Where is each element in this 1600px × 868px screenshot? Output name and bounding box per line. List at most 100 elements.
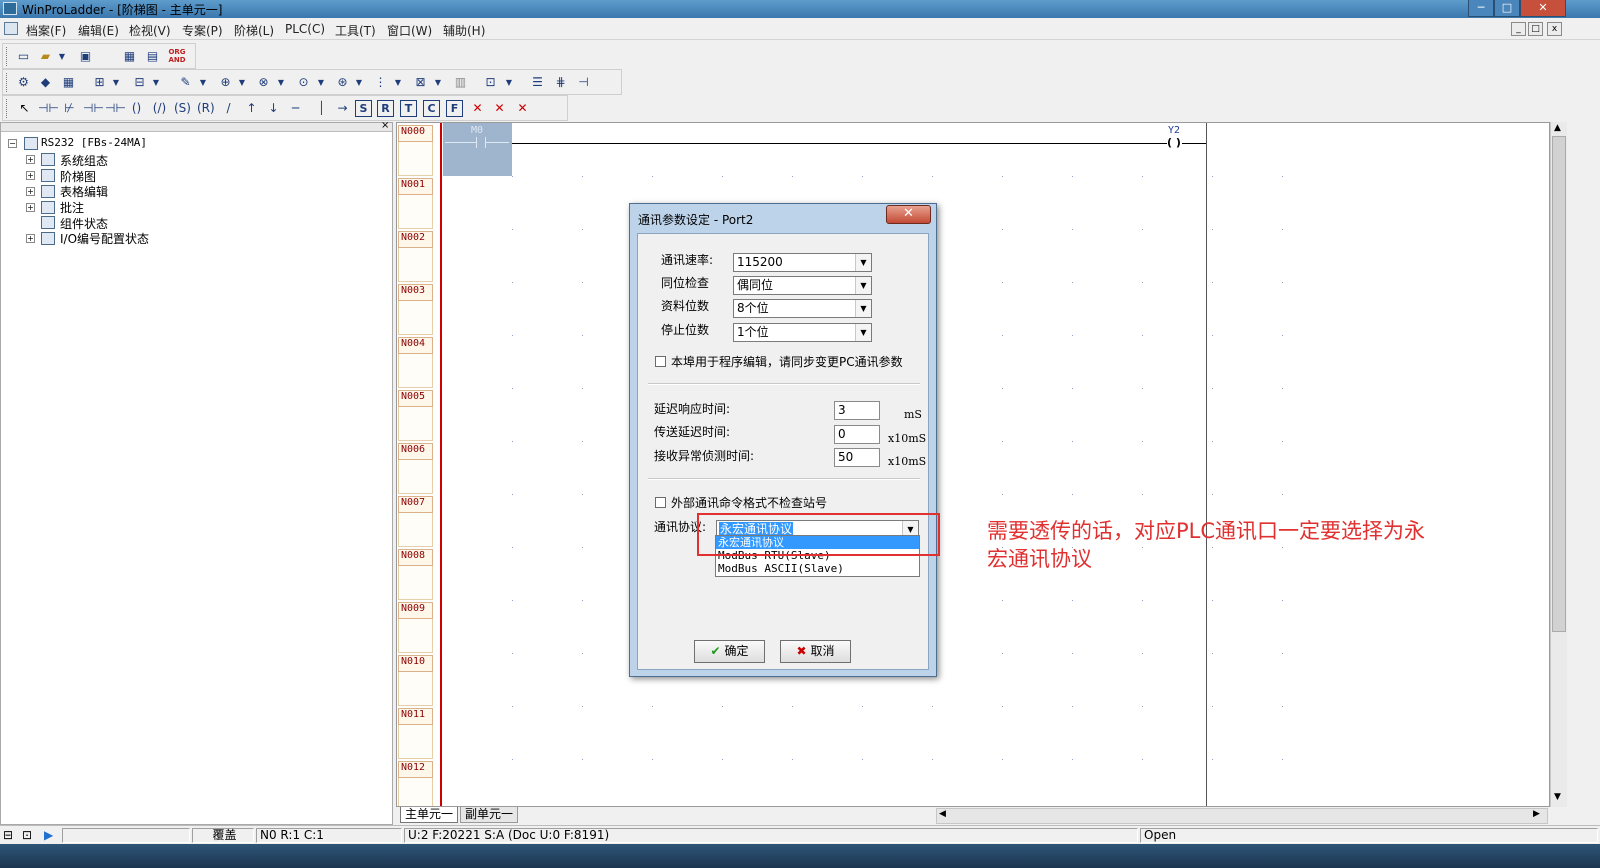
tree-item-table-edit[interactable]: 表格编辑 [60,183,108,200]
r-box-icon[interactable]: R [377,100,394,117]
tree-root[interactable]: RS232 [FBs-24MA] [41,136,147,149]
edit-icon[interactable]: ✎ [177,74,194,91]
tree-item-io-config[interactable]: I/O编号配置状态 [60,230,149,247]
dropdown-arrow-icon[interactable]: ▼ [316,74,326,91]
scroll-up-icon[interactable]: ▲ [1554,123,1561,133]
network-cell[interactable] [398,460,433,494]
contact-down-icon[interactable]: ⊣⊢ [105,100,126,117]
response-delay-input[interactable]: 3 [834,401,880,420]
maximize-button[interactable]: □ [1494,0,1520,17]
play-icon[interactable]: ▶ [44,828,53,842]
scroll-thumb[interactable] [1552,136,1566,632]
expand-icon[interactable]: + [26,187,35,196]
expand-icon[interactable]: + [26,171,35,180]
dropdown-arrow-icon[interactable]: ▼ [433,74,443,91]
network-label[interactable]: N002 [398,231,433,248]
coil-not-icon[interactable]: (/) [151,100,168,117]
dropdown-arrow-icon[interactable]: ▼ [198,74,208,91]
run-icon[interactable]: ◆ [37,74,54,91]
minimize-button[interactable]: ─ [1468,0,1494,17]
coil-reset-icon[interactable]: (R) [197,100,215,117]
insert-row-icon[interactable]: ☰ [529,74,546,91]
network-label[interactable]: N012 [398,761,433,778]
network-label[interactable]: N011 [398,708,433,725]
arrow-right-icon[interactable]: → [334,100,351,117]
dropdown-arrow-icon[interactable]: ▼ [504,74,514,91]
dropdown-arrow-icon[interactable]: ▼ [276,74,286,91]
coil-set-icon[interactable]: (S) [174,100,191,117]
network-label[interactable]: N006 [398,443,433,460]
contact-m0[interactable] [476,137,486,148]
ladder-editor[interactable]: N000 N001 N002 N003 N004 N005 N006 N007 N008 N009… [396,122,1550,807]
tree-item-system-config[interactable]: 系统组态 [60,152,108,169]
zoom-icon[interactable]: ⊡ [482,74,499,91]
network-label[interactable]: N003 [398,284,433,301]
contact-b-icon[interactable]: ⊬ [61,100,78,117]
network-label[interactable]: N009 [398,602,433,619]
contact-up-icon[interactable]: ⊣⊢ [83,100,104,117]
network-cell[interactable] [398,407,433,441]
settings-icon[interactable]: ⊗ [255,74,272,91]
collapse-icon[interactable]: − [8,139,17,148]
vertical-scrollbar[interactable]: ▲ ▼ [1550,122,1567,807]
horizontal-scrollbar[interactable]: ◀ ▶ [936,808,1548,824]
menu-edit[interactable]: 编辑(E) [78,22,119,39]
tree-item-comment[interactable]: 批注 [60,199,84,216]
scroll-left-icon[interactable]: ◀ [939,809,946,819]
c-box-icon[interactable]: C [423,100,440,117]
document-icon[interactable] [4,22,18,35]
search-icon[interactable]: ⊙ [295,74,312,91]
scroll-right-icon[interactable]: ▶ [1533,809,1540,819]
expand-icon[interactable]: + [26,234,35,243]
network-cell[interactable] [398,672,433,706]
transmit-delay-input[interactable]: 0 [834,425,880,444]
coil-y2[interactable]: ( ) [1167,136,1181,149]
scroll-down-icon[interactable]: ▼ [1554,792,1561,802]
network-cell[interactable] [398,619,433,653]
network-label[interactable]: N007 [398,496,433,513]
f-box-icon[interactable]: F [446,100,463,117]
network-cell[interactable] [398,195,433,229]
dropdown-arrow-icon[interactable]: ▼ [111,74,121,91]
network-label[interactable]: N004 [398,337,433,354]
trash-icon[interactable]: ▥ [452,74,469,91]
network-label[interactable]: N010 [398,655,433,672]
mdi-minimize-button[interactable]: _ [1511,22,1526,36]
io-icon[interactable]: ⊛ [334,74,351,91]
t-box-icon[interactable]: T [400,100,417,117]
menu-project[interactable]: 专案(P) [182,22,223,39]
network-cell[interactable] [398,354,433,388]
monitor-status-icon[interactable]: ⊡ [22,828,32,842]
menu-help[interactable]: 辅助(H) [443,22,485,39]
horizontal-line-icon[interactable]: ─ [287,100,304,117]
sync-pc-checkbox[interactable] [655,356,666,367]
force-icon[interactable]: ⊕ [217,74,234,91]
menu-view[interactable]: 检视(V) [129,22,171,39]
pointer-icon[interactable]: ↖ [16,100,33,117]
org-and-icon[interactable]: ORG AND [166,48,188,65]
menu-plc[interactable]: PLC(C) [285,22,325,36]
close-button[interactable]: ✕ [1520,0,1566,17]
network-cell[interactable] [398,301,433,335]
dialog-close-button[interactable]: ✕ [886,205,931,224]
baud-rate-select[interactable]: 115200 ▼ [733,253,872,272]
dropdown-arrow-icon[interactable]: ▼ [354,74,364,91]
network-label[interactable]: N001 [398,178,433,195]
list-icon[interactable]: ⋮ [372,74,389,91]
monitor-icon[interactable]: ⊞ [91,74,108,91]
contact-a-icon[interactable]: ⊣⊢ [38,100,59,117]
network-cell[interactable] [398,142,433,176]
menu-file[interactable]: 档案(F) [26,22,66,39]
menu-tools[interactable]: 工具(T) [335,22,376,39]
network-cell[interactable] [398,778,433,806]
dropdown-arrow-icon[interactable]: ▼ [393,74,403,91]
parity-select[interactable]: 偶同位 ▼ [733,276,872,295]
monitor-table-icon[interactable]: ⊟ [131,74,148,91]
delete-vertical-icon[interactable]: ✕ [491,100,508,117]
stop-icon[interactable]: ▦ [60,74,77,91]
save-icon[interactable]: ▣ [77,48,94,65]
tab-main-unit[interactable]: 主单元一 [400,807,459,823]
vertical-line-icon[interactable]: │ [313,100,330,117]
expand-icon[interactable]: + [26,203,35,212]
new-file-icon[interactable]: ▭ [15,48,32,65]
